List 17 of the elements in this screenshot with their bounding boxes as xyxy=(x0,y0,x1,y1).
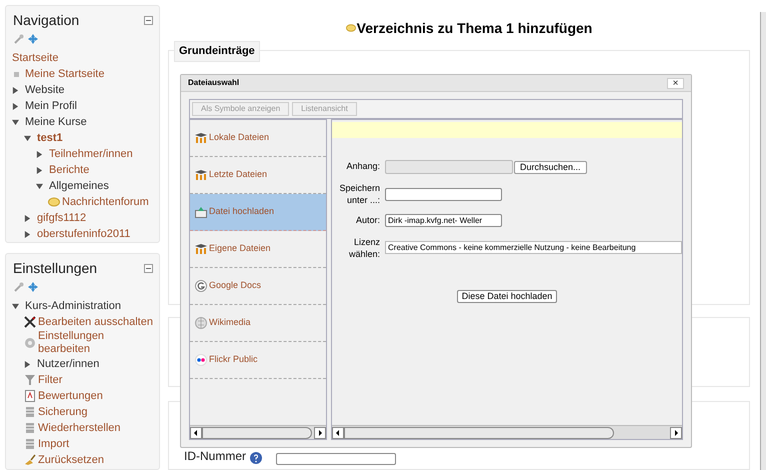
field-label: ID-Nummer xyxy=(184,448,246,465)
license-label: Lizenz wählen: xyxy=(348,236,380,260)
repository-label: Datei hochladen xyxy=(209,205,274,218)
repository-label: Lokale Dateien xyxy=(209,131,270,144)
block-title: Navigation xyxy=(13,11,80,30)
repository-label: Google Docs xyxy=(209,279,262,292)
block-title: Einstellungen xyxy=(13,259,98,278)
author-label: Autor: xyxy=(354,214,380,227)
save-as-label: Speichern unter ...: xyxy=(338,182,380,206)
fieldset-legend: Grundeinträge xyxy=(174,41,260,62)
page-title: Verzeichnis zu Thema 1 hinzufügen xyxy=(356,18,592,38)
repository-label: Wikimedia xyxy=(209,316,251,330)
repository-label: Flickr Public xyxy=(209,353,258,366)
dialog-title: Dateiauswahl xyxy=(188,77,240,89)
repository-label: Eigene Dateien xyxy=(209,242,271,256)
attachment-label: Anhang: xyxy=(345,160,380,174)
repository-label: Letzte Dateien xyxy=(209,168,268,182)
